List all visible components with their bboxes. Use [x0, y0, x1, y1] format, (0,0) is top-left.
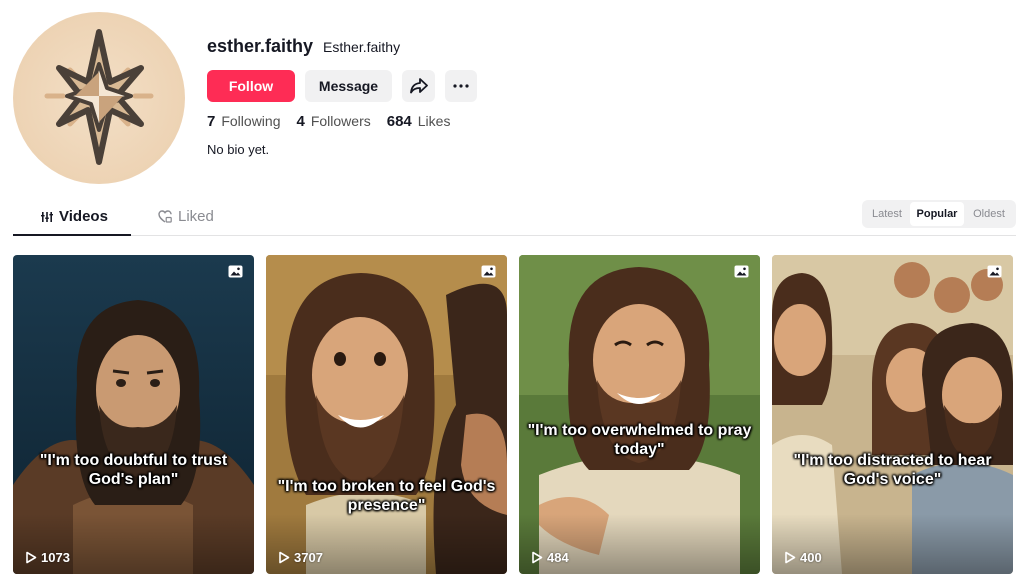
- video-card[interactable]: "I'm too overwhelmed to pray today" 484: [519, 255, 760, 574]
- play-count-value: 3707: [294, 550, 323, 565]
- video-card[interactable]: "I'm too doubtful to trust God's plan" 1…: [13, 255, 254, 574]
- image-post-icon: [987, 265, 1002, 278]
- compass-star-icon: [44, 29, 154, 165]
- video-caption: "I'm too distracted to hear God's voice": [793, 452, 992, 488]
- thumbnail-shade: [13, 514, 254, 574]
- thumbnail-shade: [519, 514, 760, 574]
- sort-popular[interactable]: Popular: [910, 202, 964, 226]
- play-count-value: 1073: [41, 550, 70, 565]
- followers-label: Followers: [310, 113, 371, 129]
- play-count: 484: [531, 550, 569, 565]
- sort-toggle: Latest Popular Oldest: [862, 200, 1016, 228]
- play-count: 400: [784, 550, 822, 565]
- video-card[interactable]: "I'm too broken to feel God's presence" …: [266, 255, 507, 574]
- profile-nickname: Esther.faithy: [323, 39, 401, 55]
- thumbnail-shade: [266, 514, 507, 574]
- image-post-icon: [481, 265, 496, 278]
- likes-count: 684: [386, 113, 412, 130]
- tab-videos-label: Videos: [59, 208, 108, 225]
- play-icon: [279, 551, 290, 564]
- share-button[interactable]: [402, 70, 435, 102]
- sort-latest[interactable]: Latest: [864, 202, 910, 226]
- profile-avatar[interactable]: [13, 12, 185, 184]
- video-card[interactable]: "I'm too distracted to hear God's voice"…: [772, 255, 1013, 574]
- image-post-icon: [228, 265, 243, 278]
- followers-count: 4: [296, 113, 305, 130]
- likes-stat: 684 Likes: [387, 113, 451, 130]
- following-stat[interactable]: 7 Following: [207, 113, 280, 130]
- play-icon: [26, 551, 37, 564]
- sort-oldest[interactable]: Oldest: [964, 202, 1014, 226]
- video-grid: "I'm too doubtful to trust God's plan" 1…: [13, 255, 1013, 574]
- play-count-value: 400: [800, 550, 822, 565]
- grid-bars-icon: [41, 211, 53, 222]
- heart-lock-icon: [158, 210, 172, 223]
- tab-liked[interactable]: Liked: [158, 208, 214, 225]
- likes-label: Likes: [417, 113, 451, 129]
- tab-videos[interactable]: Videos: [41, 208, 108, 225]
- more-options-button[interactable]: [445, 70, 477, 102]
- video-caption: "I'm too doubtful to trust God's plan": [39, 452, 228, 488]
- followers-stat[interactable]: 4 Followers: [296, 113, 370, 130]
- play-icon: [785, 551, 796, 564]
- play-count: 3707: [278, 550, 323, 565]
- profile-bio: No bio yet.: [207, 142, 270, 157]
- more-dots-icon: [453, 84, 469, 88]
- thumbnail-shade: [772, 514, 1013, 574]
- tab-liked-label: Liked: [178, 208, 214, 225]
- image-post-icon: [734, 265, 749, 278]
- profile-username: esther.faithy: [207, 36, 314, 56]
- follow-button[interactable]: Follow: [207, 70, 295, 102]
- video-caption: "I'm too broken to feel God's presence": [277, 478, 496, 514]
- message-button[interactable]: Message: [305, 70, 392, 102]
- share-icon: [409, 78, 428, 94]
- following-count: 7: [207, 113, 216, 130]
- active-tab-indicator: [13, 234, 131, 236]
- following-label: Following: [221, 113, 281, 129]
- play-count-value: 484: [547, 550, 569, 565]
- video-caption: "I'm too overwhelmed to pray today": [527, 422, 752, 458]
- play-count: 1073: [25, 550, 70, 565]
- play-icon: [532, 551, 543, 564]
